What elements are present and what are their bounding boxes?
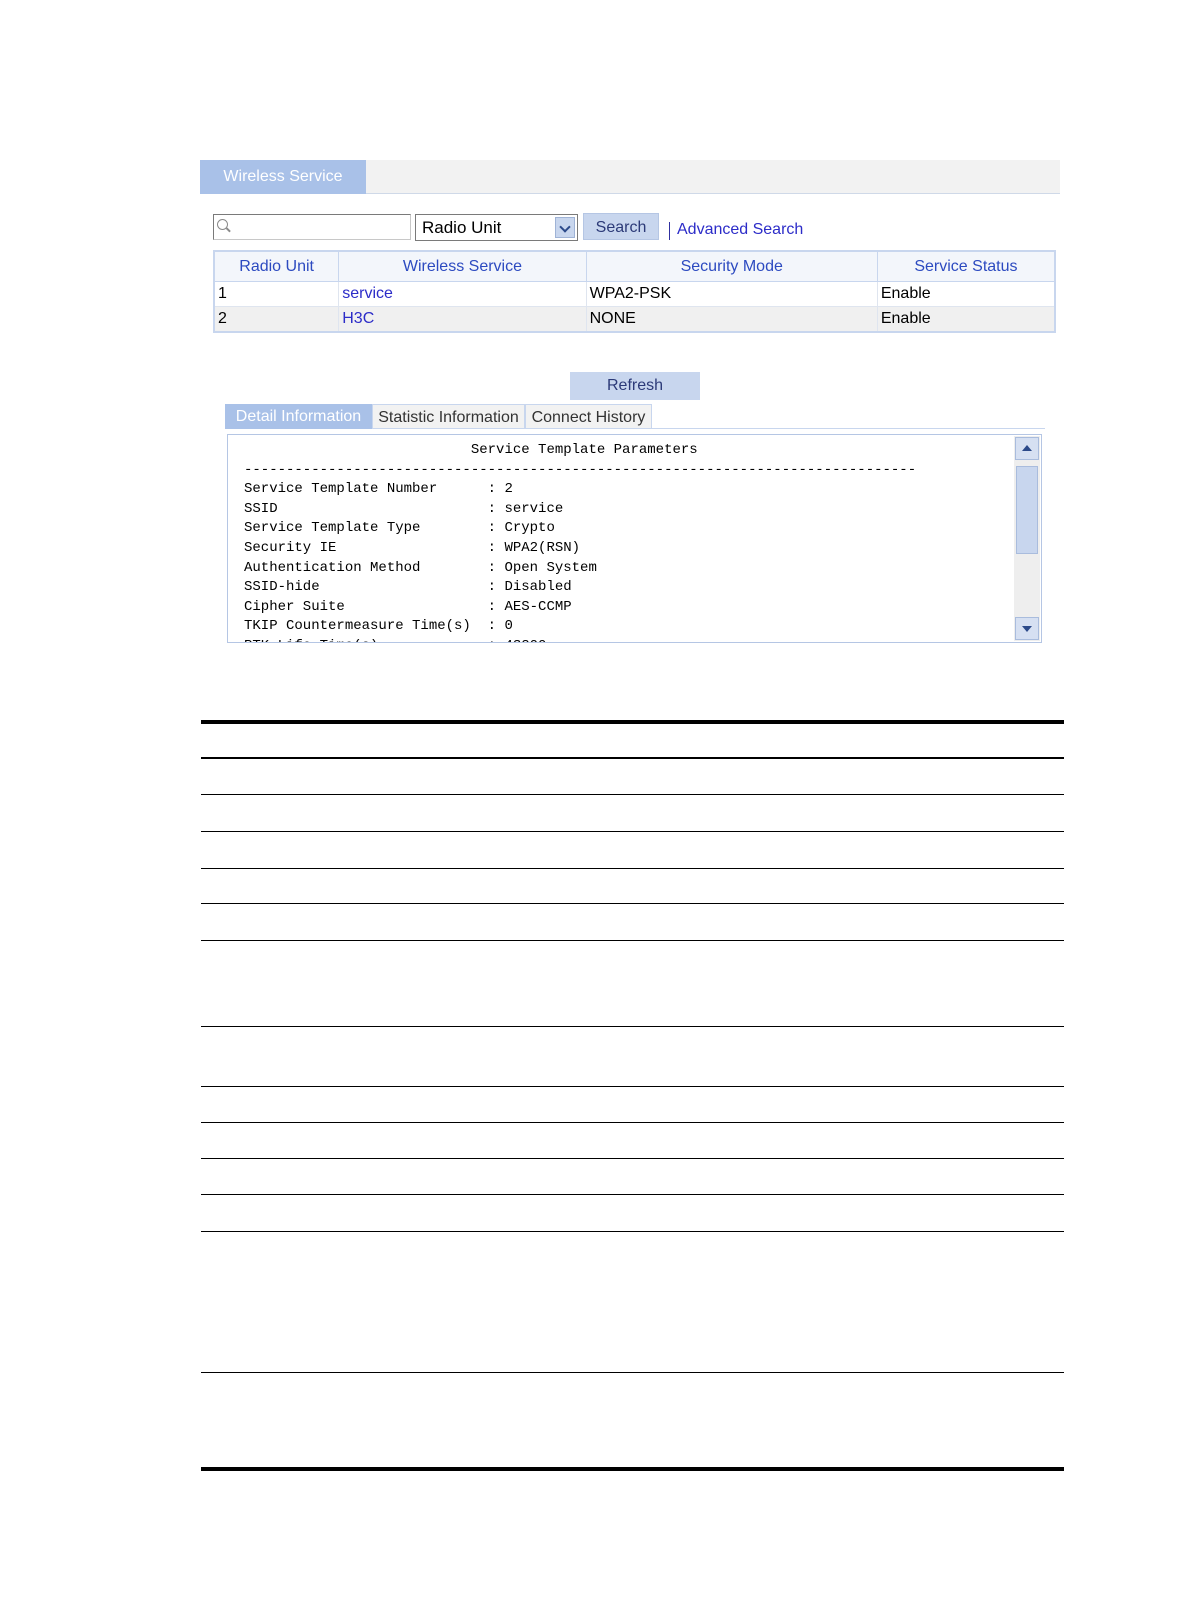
table-rule bbox=[201, 1158, 1064, 1159]
column-header-security-mode[interactable]: Security Mode bbox=[585, 250, 878, 282]
table-rule bbox=[201, 1122, 1064, 1123]
table-rule bbox=[201, 868, 1064, 869]
table-rule bbox=[201, 1231, 1064, 1232]
scroll-up-arrow-icon[interactable] bbox=[1015, 437, 1039, 460]
table-header-row: Radio Unit Wireless Service Security Mod… bbox=[213, 250, 1056, 282]
cell-radio-unit: 1 bbox=[213, 281, 340, 307]
table-rule bbox=[201, 1026, 1064, 1027]
scroll-thumb[interactable] bbox=[1016, 466, 1038, 554]
cell-security-mode: NONE bbox=[585, 306, 878, 333]
table-rule bbox=[201, 903, 1064, 904]
tab-statistic-information[interactable]: Statistic Information bbox=[372, 404, 525, 429]
chevron-down-icon[interactable] bbox=[555, 217, 575, 238]
column-header-service-status[interactable]: Service Status bbox=[876, 250, 1056, 282]
cell-service-status: Enable bbox=[876, 306, 1056, 333]
search-input[interactable] bbox=[230, 217, 410, 239]
advanced-search-link[interactable]: Advanced Search bbox=[677, 221, 803, 239]
service-template-parameters-text: Service Template Parameters ------------… bbox=[244, 442, 917, 642]
table-rule bbox=[201, 1194, 1064, 1195]
table-rule-header bbox=[201, 757, 1064, 759]
wireless-service-tab[interactable]: Wireless Service bbox=[200, 160, 366, 194]
scroll-down-arrow-icon[interactable] bbox=[1015, 617, 1039, 640]
cell-service-status: Enable bbox=[876, 281, 1056, 307]
service-table: Radio Unit Wireless Service Security Mod… bbox=[213, 250, 1056, 333]
cell-radio-unit: 2 bbox=[213, 306, 340, 333]
search-icon bbox=[217, 219, 228, 230]
search-button[interactable]: Search bbox=[583, 213, 659, 240]
cell-security-mode: WPA2-PSK bbox=[585, 281, 878, 307]
cell-wireless-service-link[interactable]: H3C bbox=[338, 306, 587, 333]
table-rule bbox=[201, 1372, 1064, 1373]
table-rule-top bbox=[201, 720, 1064, 724]
table-rule bbox=[201, 940, 1064, 941]
search-field-select[interactable]: Radio Unit bbox=[415, 214, 578, 241]
vertical-scrollbar[interactable] bbox=[1014, 436, 1040, 641]
refresh-button[interactable]: Refresh bbox=[570, 372, 700, 400]
search-box[interactable] bbox=[213, 214, 411, 240]
table-rule bbox=[201, 1086, 1064, 1087]
separator bbox=[669, 222, 670, 240]
tab-detail-information[interactable]: Detail Information bbox=[225, 404, 372, 429]
table-rule bbox=[201, 831, 1064, 832]
table-row[interactable]: 1 service WPA2-PSK Enable bbox=[213, 281, 1056, 307]
table-row[interactable]: 2 H3C NONE Enable bbox=[213, 306, 1056, 333]
table-rule-bottom bbox=[201, 1467, 1064, 1471]
tab-connect-history[interactable]: Connect History bbox=[525, 404, 652, 429]
column-header-radio-unit[interactable]: Radio Unit bbox=[213, 250, 340, 282]
column-header-wireless-service[interactable]: Wireless Service bbox=[338, 250, 587, 282]
search-field-value: Radio Unit bbox=[422, 218, 502, 237]
table-rule bbox=[201, 794, 1064, 795]
detail-panel[interactable]: Service Template Parameters ------------… bbox=[227, 434, 1042, 643]
cell-wireless-service-link[interactable]: service bbox=[338, 281, 587, 307]
